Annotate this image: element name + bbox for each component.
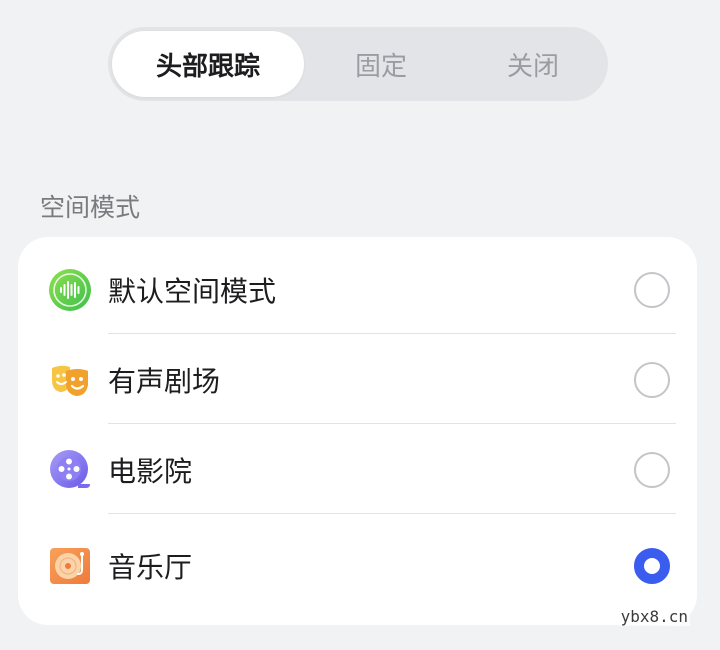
divider xyxy=(108,333,676,334)
option-cinema[interactable]: 电影院 xyxy=(18,425,697,515)
radio-cinema[interactable] xyxy=(634,452,670,488)
tracking-segmented-control: 头部跟踪 固定 关闭 xyxy=(108,27,608,101)
option-label: 电影院 xyxy=(108,455,193,488)
radio-default-spatial[interactable] xyxy=(634,272,670,308)
option-audio-theater[interactable]: 有声剧场 xyxy=(18,335,697,425)
option-label: 有声剧场 xyxy=(108,365,221,398)
option-default-spatial[interactable]: 默认空间模式 xyxy=(18,245,697,335)
divider xyxy=(108,513,676,514)
option-concert-hall[interactable]: 音乐厅 xyxy=(18,515,697,617)
option-label: 默认空间模式 xyxy=(108,275,277,308)
theater-masks-icon xyxy=(52,365,88,396)
film-reel-icon xyxy=(50,450,90,488)
segment-fixed[interactable]: 固定 xyxy=(296,31,466,97)
watermark-text: ybx8.cn xyxy=(618,607,690,626)
vinyl-record-icon xyxy=(50,548,90,584)
segment-off[interactable]: 关闭 xyxy=(448,31,618,97)
sound-wave-icon xyxy=(49,269,91,311)
section-title-spatial-mode: 空间模式 xyxy=(40,193,141,222)
radio-concert-hall[interactable] xyxy=(634,548,670,584)
divider xyxy=(108,423,676,424)
spatial-mode-card: 默认空间模式 有声剧场 电影院 音乐厅 xyxy=(18,237,697,625)
option-label: 音乐厅 xyxy=(108,551,193,584)
segment-head-tracking[interactable]: 头部跟踪 xyxy=(112,31,304,97)
radio-audio-theater[interactable] xyxy=(634,362,670,398)
